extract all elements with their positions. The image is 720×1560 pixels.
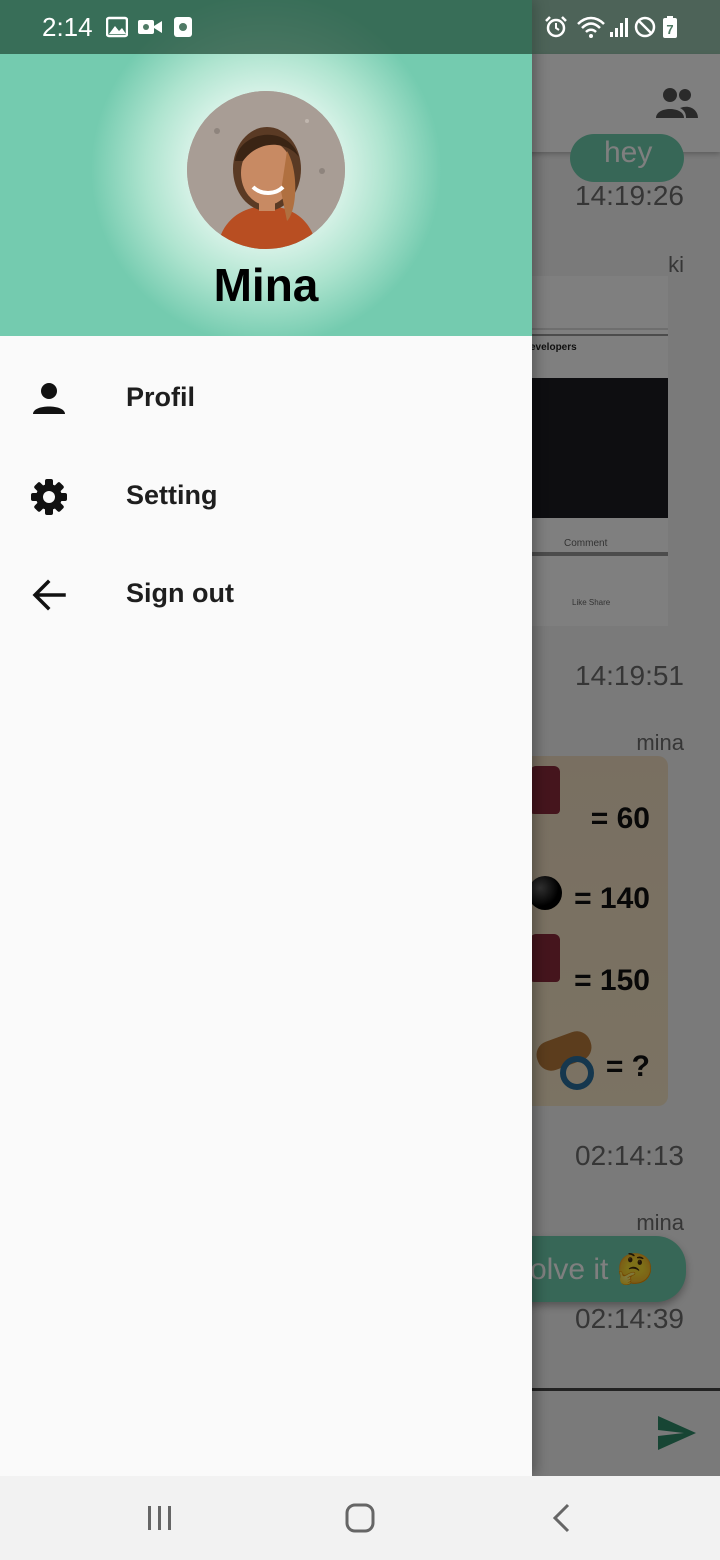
do-not-disturb-icon — [634, 16, 656, 38]
menu-item-setting[interactable]: Setting — [0, 448, 532, 546]
user-name: Mina — [213, 259, 319, 311]
wifi-icon — [577, 16, 605, 38]
status-time: 2:14 — [42, 12, 93, 42]
avatar-photo — [187, 91, 345, 249]
menu-item-label: Profil — [126, 382, 196, 412]
gear-icon — [31, 479, 67, 515]
system-navigation-bar — [0, 1476, 720, 1560]
screen-record-icon — [174, 17, 192, 37]
menu-item-profil[interactable]: Profil — [0, 350, 532, 448]
avatar[interactable] — [187, 91, 345, 249]
arrow-back-icon — [32, 579, 66, 611]
home-icon[interactable] — [340, 1498, 380, 1538]
video-camera-icon — [138, 20, 162, 34]
alarm-icon — [545, 16, 567, 38]
back-icon[interactable] — [542, 1498, 582, 1538]
menu-item-sign-out[interactable]: Sign out — [0, 546, 532, 644]
navigation-drawer: Mina Profil Setting Sign out — [0, 0, 532, 1476]
status-bar: 2:14 7 — [0, 0, 720, 54]
image-icon — [106, 16, 128, 38]
menu-item-label: Setting — [126, 480, 218, 510]
battery-level: 7 — [666, 22, 673, 37]
menu-item-label: Sign out — [126, 578, 234, 608]
battery-icon: 7 — [663, 16, 677, 38]
person-icon — [33, 383, 65, 414]
recent-apps-icon[interactable] — [140, 1498, 180, 1538]
signal-icon — [610, 18, 628, 37]
